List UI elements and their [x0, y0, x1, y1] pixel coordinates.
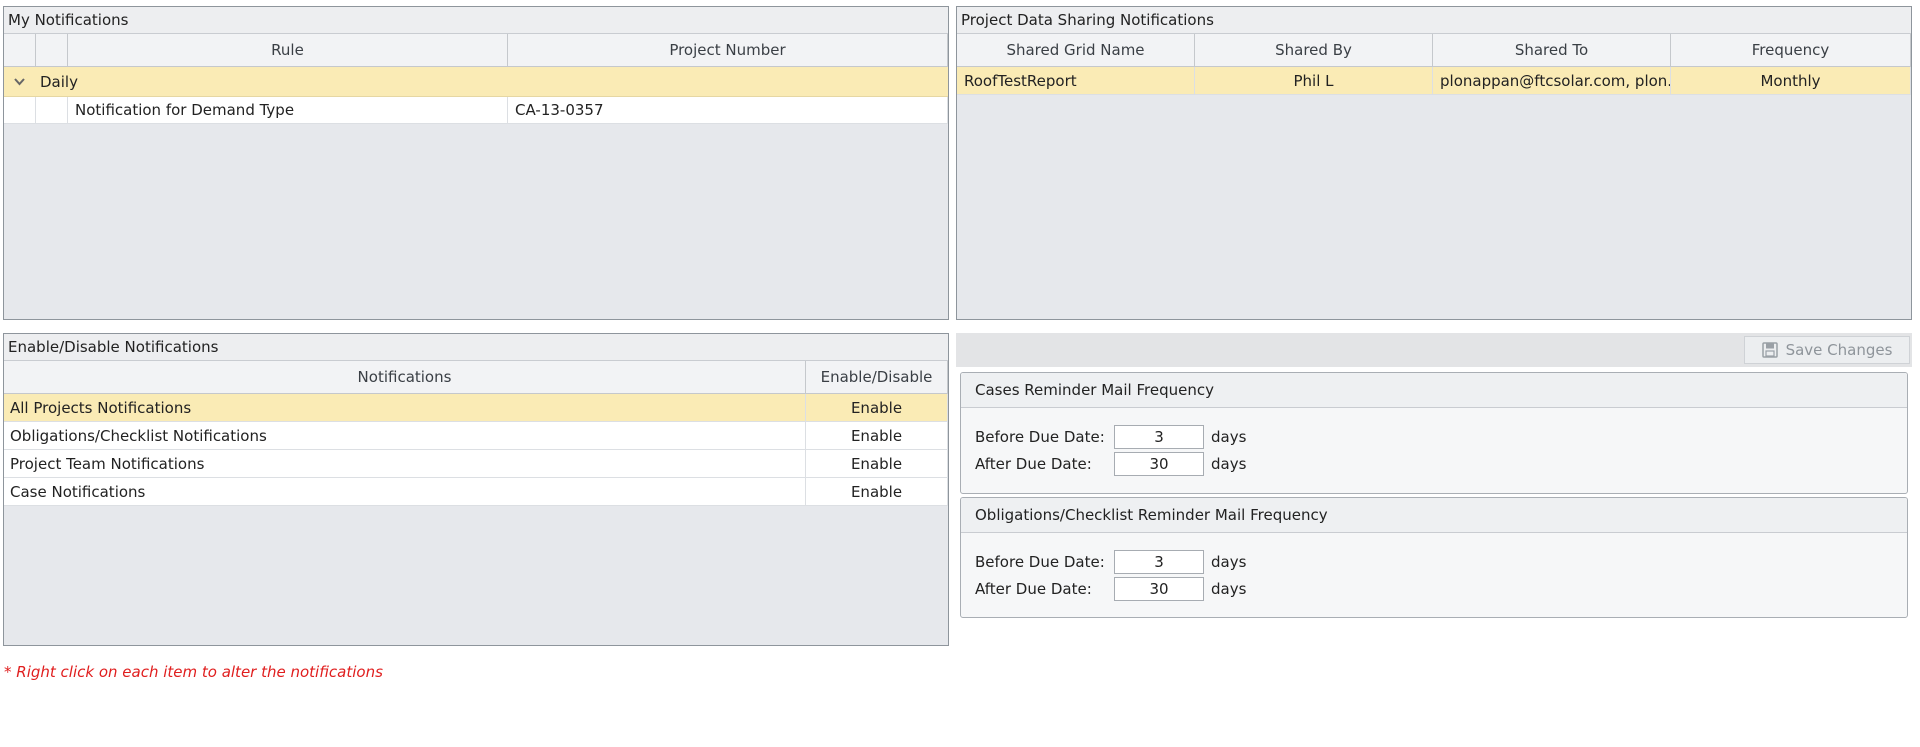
obligations-reminder-panel: Obligations/Checklist Reminder Mail Freq… [960, 497, 1908, 618]
cases-after-input[interactable] [1114, 452, 1204, 476]
sharing-header: Shared Grid Name Shared By Shared To Fre… [957, 34, 1911, 67]
shared-to-cell: plonappan@ftcsolar.com, plon... [1433, 67, 1671, 94]
frequency-cell: Monthly [1671, 67, 1911, 94]
obligations-after-unit: days [1211, 580, 1247, 598]
group-label: Daily [40, 72, 78, 91]
project-number-cell: CA-13-0357 [508, 97, 948, 123]
my-notifications-header: Rule Project Number [4, 34, 948, 67]
notification-name-cell: Case Notifications [4, 478, 806, 505]
cases-before-label: Before Due Date: [975, 428, 1105, 446]
obligations-before-input[interactable] [1114, 550, 1204, 574]
obligations-after-row: After Due Date: days [975, 576, 1246, 602]
cases-after-label: After Due Date: [975, 455, 1092, 473]
notification-status-cell[interactable]: Enable [806, 450, 948, 477]
shared-by-cell: Phil L [1195, 67, 1433, 94]
cases-before-input[interactable] [1114, 425, 1204, 449]
column-frequency[interactable]: Frequency [1671, 34, 1911, 66]
rule-cell: Notification for Demand Type [68, 97, 508, 123]
right-click-hint: * Right click on each item to alter the … [4, 663, 383, 681]
chevron-down-icon[interactable] [4, 77, 34, 86]
obligations-before-label: Before Due Date: [975, 553, 1105, 571]
notification-name-cell: Project Team Notifications [4, 450, 806, 477]
table-row[interactable]: All Projects Notifications Enable [4, 394, 948, 422]
save-changes-label: Save Changes [1785, 341, 1893, 359]
table-row[interactable]: RoofTestReport Phil L plonappan@ftcsolar… [957, 67, 1911, 95]
notification-status-cell[interactable]: Enable [806, 478, 948, 505]
shared-grid-name-cell: RoofTestReport [957, 67, 1195, 94]
settings-toolbar: Save Changes [956, 333, 1912, 367]
group-row-daily[interactable]: Daily [4, 67, 948, 97]
table-row[interactable]: Notification for Demand Type CA-13-0357 [4, 97, 948, 124]
table-row[interactable]: Obligations/Checklist Notifications Enab… [4, 422, 948, 450]
table-row[interactable]: Project Team Notifications Enable [4, 450, 948, 478]
column-rule[interactable]: Rule [68, 34, 508, 66]
notification-status-cell[interactable]: Enable [806, 422, 948, 449]
cases-after-unit: days [1211, 455, 1247, 473]
cases-reminder-title: Cases Reminder Mail Frequency [961, 373, 1907, 408]
column-expand [4, 34, 36, 66]
sharing-panel: Project Data Sharing Notifications Share… [956, 6, 1912, 320]
column-spacer [36, 34, 68, 66]
row-expand-cell [4, 97, 36, 123]
obligations-reminder-title: Obligations/Checklist Reminder Mail Freq… [961, 498, 1907, 533]
notification-name-cell: All Projects Notifications [4, 394, 806, 421]
enable-disable-panel: Enable/Disable Notifications Notificatio… [3, 333, 949, 646]
obligations-before-unit: days [1211, 553, 1247, 571]
cases-before-unit: days [1211, 428, 1247, 446]
my-notifications-title: My Notifications [4, 7, 948, 34]
obligations-after-input[interactable] [1114, 577, 1204, 601]
notification-name-cell: Obligations/Checklist Notifications [4, 422, 806, 449]
obligations-before-row: Before Due Date: days [975, 549, 1246, 575]
table-row[interactable]: Case Notifications Enable [4, 478, 948, 506]
save-icon [1761, 342, 1778, 358]
sharing-title: Project Data Sharing Notifications [957, 7, 1911, 34]
column-notifications[interactable]: Notifications [4, 361, 806, 393]
cases-after-row: After Due Date: days [975, 451, 1246, 477]
enable-disable-header: Notifications Enable/Disable [4, 361, 948, 394]
column-shared-grid-name[interactable]: Shared Grid Name [957, 34, 1195, 66]
obligations-after-label: After Due Date: [975, 580, 1092, 598]
column-shared-by[interactable]: Shared By [1195, 34, 1433, 66]
column-enable-disable[interactable]: Enable/Disable [806, 361, 948, 393]
column-project-number[interactable]: Project Number [508, 34, 948, 66]
cases-reminder-panel: Cases Reminder Mail Frequency Before Due… [960, 372, 1908, 494]
notification-status-cell[interactable]: Enable [806, 394, 948, 421]
save-changes-button[interactable]: Save Changes [1744, 336, 1910, 364]
column-shared-to[interactable]: Shared To [1433, 34, 1671, 66]
cases-before-row: Before Due Date: days [975, 424, 1246, 450]
row-spacer-cell [36, 97, 68, 123]
my-notifications-panel: My Notifications Rule Project Number Dai… [3, 6, 949, 320]
enable-disable-title: Enable/Disable Notifications [4, 334, 948, 361]
